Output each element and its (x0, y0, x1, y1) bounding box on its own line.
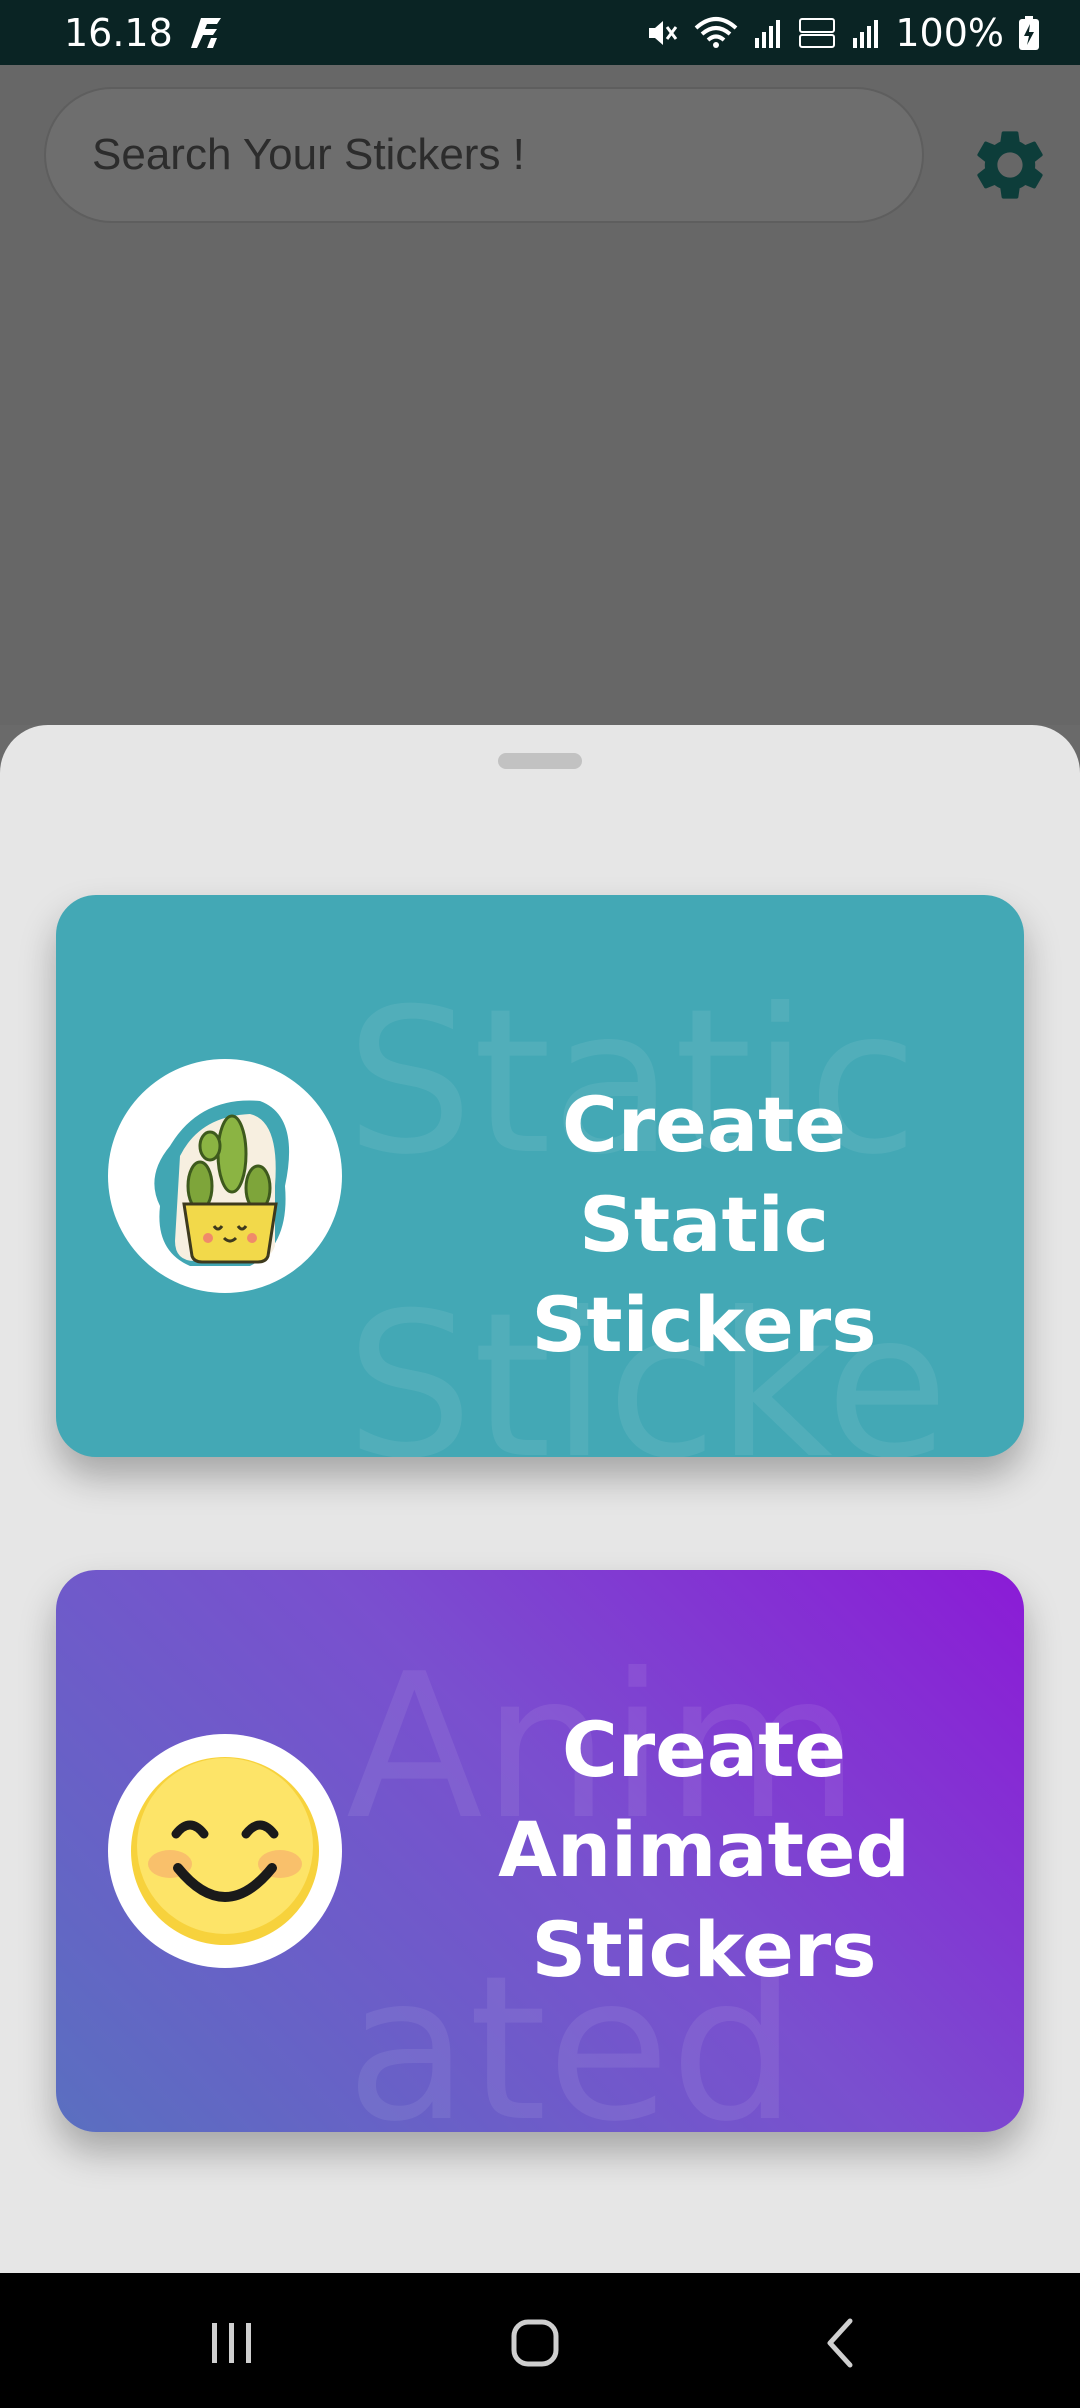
flash-notification-icon (190, 17, 221, 48)
screen: 16.18 100% Search Your Stickers ! Static… (0, 0, 1080, 2408)
search-input[interactable]: Search Your Stickers ! (44, 87, 924, 223)
search-placeholder: Search Your Stickers ! (92, 130, 525, 179)
cactus-icon (154, 1100, 290, 1266)
create-animated-stickers-card[interactable]: Anim ated Create Animated Stickers (56, 1570, 1024, 2132)
cactus-icon-container (108, 1059, 342, 1293)
mute-icon (649, 20, 678, 45)
signal-icon-2 (853, 19, 879, 48)
create-animated-stickers-label: Create Animated Stickers (498, 1705, 910, 1994)
battery-percentage: 100% (895, 10, 1004, 55)
wifi-icon (695, 16, 738, 48)
gear-icon[interactable] (968, 123, 1052, 207)
status-time: 16.18 (64, 10, 173, 55)
bottom-sheet: Static Sticke Create Static Stickers Ani… (0, 725, 1080, 2273)
drag-handle[interactable] (498, 753, 582, 769)
status-bar: 16.18 100% (0, 0, 1080, 65)
create-static-stickers-card[interactable]: Static Sticke Create Static Stickers (56, 895, 1024, 1457)
app-bar: Search Your Stickers ! (0, 65, 1080, 725)
signal-icon (755, 19, 781, 48)
battery-charging-icon (1019, 15, 1039, 50)
status-right: 100% (645, 11, 1040, 55)
navigation-bar (0, 2273, 1080, 2408)
recents-icon (212, 2323, 251, 2363)
home-button[interactable] (495, 2303, 575, 2383)
home-icon (511, 2319, 559, 2367)
create-static-stickers-label: Create Static Stickers (531, 1080, 877, 1369)
back-icon (827, 2318, 853, 2368)
recents-button[interactable] (192, 2303, 272, 2383)
back-button[interactable] (800, 2303, 880, 2383)
smiley-icon (131, 1757, 319, 1945)
volte-lte2-icon (799, 17, 836, 48)
smiley-icon-container (108, 1734, 342, 1968)
status-left: 16.18 (64, 11, 227, 55)
